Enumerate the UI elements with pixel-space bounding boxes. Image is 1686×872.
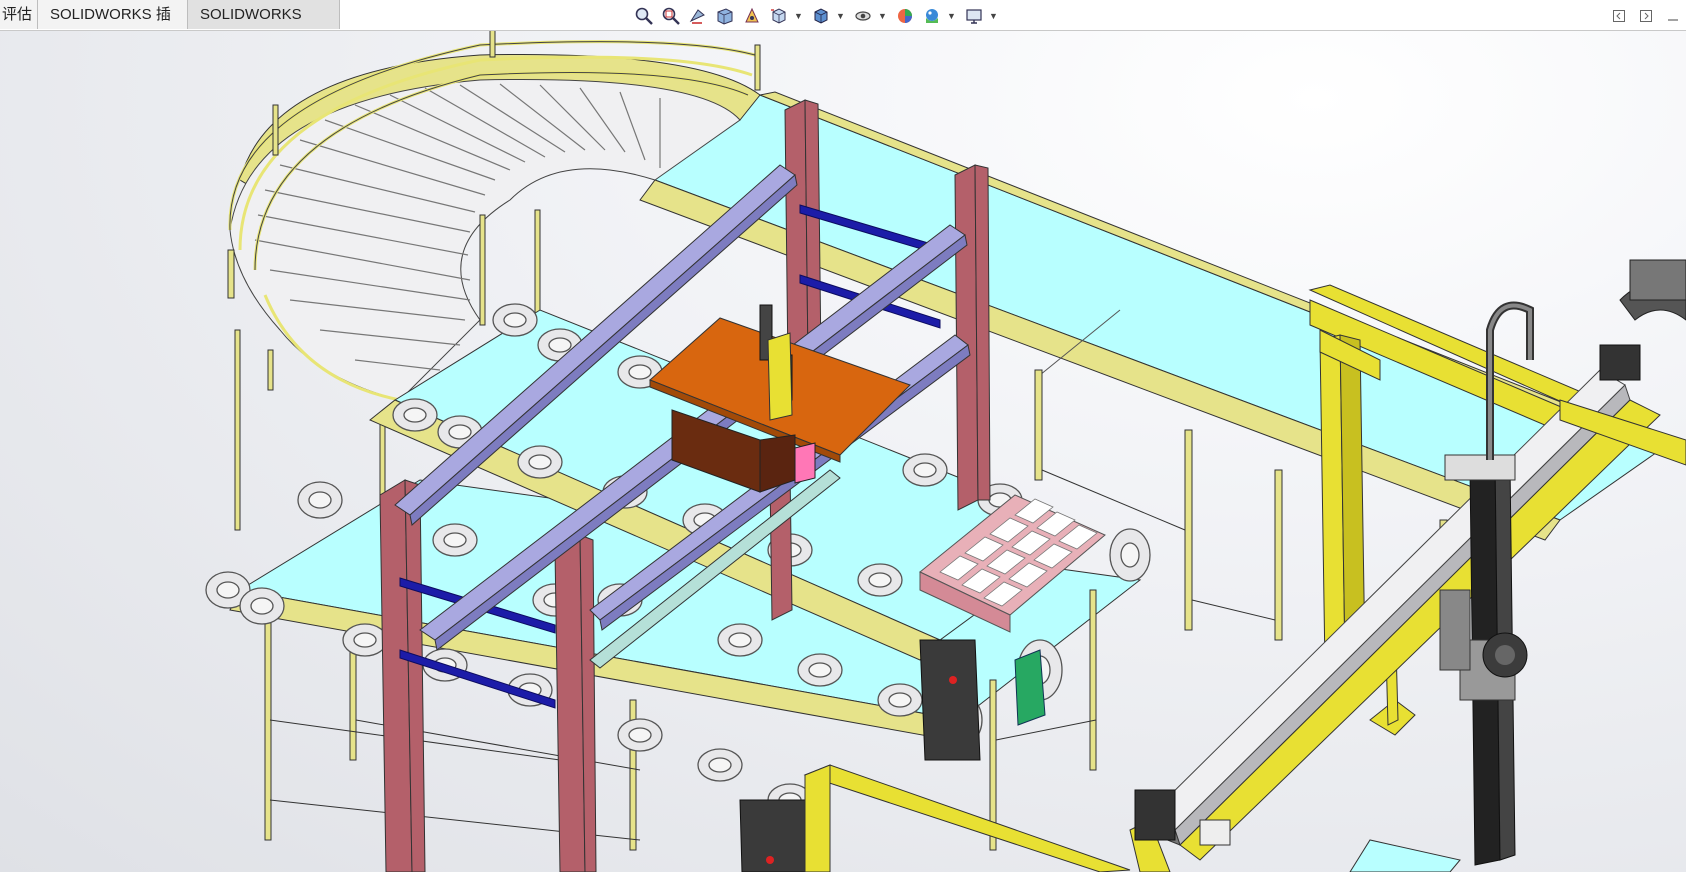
apply-scene-dropdown-icon[interactable]: ▼ <box>947 5 956 27</box>
restore-right-icon[interactable] <box>1632 6 1659 26</box>
view-orientation-dropdown-icon[interactable]: ▼ <box>794 5 803 27</box>
tab-solidworks-mbd[interactable]: SOLIDWORKS MBD <box>187 0 340 52</box>
display-style-icon[interactable] <box>809 5 833 27</box>
solidworks-window: 评估 SOLIDWORKS 插件 SOLIDWORKS MBD ▼ ▼ <box>0 0 1686 872</box>
view-orientation-icon[interactable] <box>767 5 791 27</box>
lower-right-belt <box>1349 839 1461 872</box>
display-style-dropdown-icon[interactable]: ▼ <box>836 5 845 27</box>
heads-up-view-toolbar: ▼ ▼ ▼ ▼ ▼ <box>632 4 1004 28</box>
graphics-viewport[interactable] <box>0 31 1686 872</box>
edit-appearance-icon[interactable] <box>893 5 917 27</box>
apply-scene-icon[interactable] <box>920 5 944 27</box>
view-settings-dropdown-icon[interactable]: ▼ <box>989 5 998 27</box>
hide-show-items-icon[interactable] <box>851 5 875 27</box>
zoom-to-fit-icon[interactable] <box>632 5 656 27</box>
tab-solidworks-addins[interactable]: SOLIDWORKS 插件 <box>38 0 188 52</box>
restore-left-icon[interactable] <box>1605 6 1632 26</box>
previous-view-icon[interactable] <box>686 5 710 27</box>
window-controls <box>1605 6 1686 26</box>
tab-evaluate[interactable]: 评估 <box>0 0 38 29</box>
view-settings-icon[interactable] <box>962 5 986 27</box>
hide-show-items-dropdown-icon[interactable]: ▼ <box>878 5 887 27</box>
conveyor-assembly-model[interactable] <box>0 31 1686 872</box>
zoom-to-area-icon[interactable] <box>659 5 683 27</box>
dynamic-annotation-icon[interactable] <box>740 5 764 27</box>
section-view-icon[interactable] <box>713 5 737 27</box>
minimize-icon[interactable] <box>1659 6 1686 26</box>
